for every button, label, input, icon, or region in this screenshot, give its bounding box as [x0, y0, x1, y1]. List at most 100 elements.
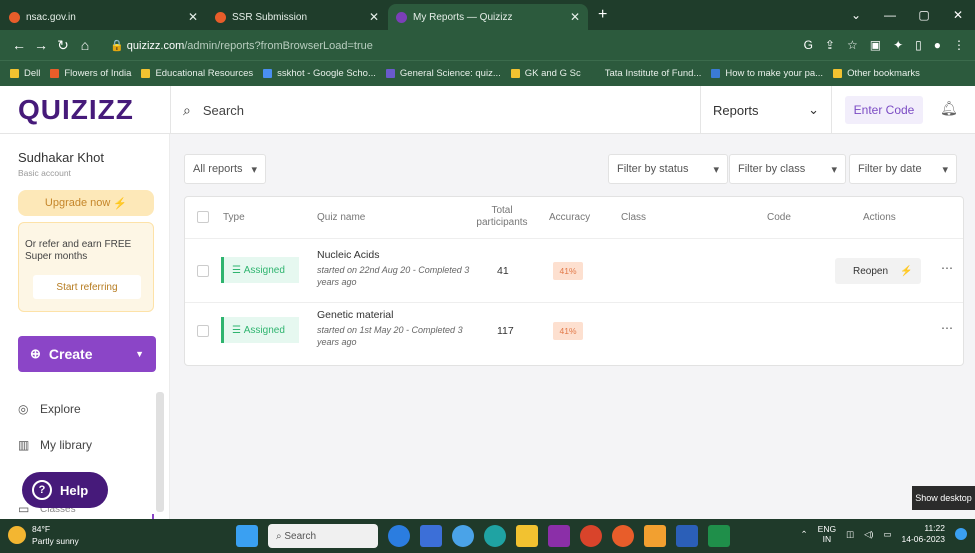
quiz-status: started on 22nd Aug 20 - Completed 3 yea…	[317, 265, 470, 287]
tab-ssr[interactable]: SSR Submission ✕	[207, 4, 387, 30]
enter-code-button[interactable]: Enter Code	[845, 96, 923, 124]
chat-icon[interactable]	[452, 525, 474, 547]
premiere-icon[interactable]	[548, 525, 570, 547]
header-accuracy: Accuracy	[549, 212, 591, 223]
show-desktop-tooltip: Show desktop	[912, 486, 975, 510]
create-button[interactable]: ⊕ Create ▼	[18, 336, 156, 372]
row-checkbox[interactable]	[197, 265, 209, 277]
bookmark-item[interactable]: Flowers of India	[50, 68, 131, 79]
close-icon[interactable]: ✕	[369, 10, 379, 24]
upgrade-button[interactable]: Upgrade now ⚡	[18, 190, 154, 216]
bell-icon[interactable]: 🔔︎	[940, 100, 958, 117]
chevron-down-icon[interactable]: ⌄	[839, 8, 873, 22]
bookmark-item[interactable]: sskhot - Google Scho...	[263, 68, 376, 79]
windows-start-icon[interactable]	[236, 525, 258, 547]
back-icon[interactable]: ←	[8, 37, 30, 53]
close-icon[interactable]: ✕	[188, 10, 198, 24]
chevron-down-icon[interactable]: ▼	[135, 349, 144, 359]
notes-icon[interactable]	[644, 525, 666, 547]
notification-icon[interactable]	[955, 528, 967, 540]
sidebar-scrollbar[interactable]	[156, 392, 164, 512]
help-button[interactable]: ? Help	[22, 472, 108, 508]
sidebar-icon[interactable]: ▯	[915, 38, 922, 52]
extension-icon[interactable]: ▣	[870, 38, 881, 52]
new-tab-icon[interactable]: +	[598, 6, 607, 24]
browser-app-icon[interactable]	[388, 525, 410, 547]
reload-icon[interactable]: ↻	[52, 37, 74, 54]
all-reports-dropdown[interactable]: All reports ▾	[184, 154, 266, 184]
start-referring-button[interactable]: Start referring	[33, 275, 141, 299]
excel-icon[interactable]	[708, 525, 730, 547]
volume-icon[interactable]: ◁)	[864, 529, 873, 540]
site-favicon	[9, 11, 20, 23]
share-icon[interactable]: ⇪	[825, 38, 835, 52]
table-row[interactable]: ☰ Assigned Nucleic Acids started on 22nd…	[185, 239, 963, 303]
taskbar-search[interactable]: ⌕ Search	[268, 524, 378, 548]
quiz-name[interactable]: Nucleic Acids	[317, 249, 379, 261]
bookmark-item[interactable]: Other bookmarks	[833, 68, 920, 79]
lang-secondary: IN	[822, 534, 832, 544]
bookmark-icon	[385, 69, 395, 78]
tab-nsac[interactable]: nsac.gov.in ✕	[1, 4, 206, 30]
minimize-icon[interactable]: —	[873, 8, 907, 22]
task-view-icon[interactable]	[420, 525, 442, 547]
clock-time: 11:22	[924, 523, 945, 533]
bookmark-item[interactable]: Tata Institute of Fund...	[590, 68, 701, 79]
help-label: Help	[60, 482, 89, 498]
url-host: quizizz.com	[126, 39, 185, 52]
chevron-up-icon[interactable]: ⌃	[801, 529, 808, 540]
filter-status-dropdown[interactable]: Filter by status ▾	[608, 154, 728, 184]
search-bar[interactable]: ⌕ Search	[170, 86, 700, 134]
maximize-icon[interactable]: ▢	[907, 8, 941, 22]
bookmark-item[interactable]: How to make your pa...	[711, 68, 823, 79]
filter-class-label: Filter by class	[738, 163, 806, 175]
reopen-button[interactable]: Reopen ⚡	[835, 258, 921, 284]
search-input[interactable]: Search	[203, 103, 244, 118]
powerpoint-icon[interactable]	[580, 525, 602, 547]
quizizz-logo[interactable]: QUIZIZZ	[18, 94, 134, 126]
bookmark-item[interactable]: Dell	[10, 68, 40, 79]
reports-dropdown[interactable]: Reports ⌄	[700, 86, 832, 134]
bookmark-item[interactable]: GK and G Sc	[510, 68, 581, 79]
user-name[interactable]: Sudhakar Khot	[18, 150, 104, 165]
bookmark-item[interactable]: General Science: quiz...	[385, 68, 501, 79]
google-icon[interactable]: G	[804, 38, 813, 52]
clock[interactable]: 11:22 14-06-2023	[902, 523, 945, 545]
close-window-icon[interactable]: ✕	[941, 8, 975, 22]
weather-widget[interactable]: 84°F Partly sunny	[8, 523, 79, 547]
table-row[interactable]: ☰ Assigned Genetic material started on 1…	[185, 303, 963, 367]
filter-date-label: Filter by date	[858, 163, 922, 175]
word-icon[interactable]	[676, 525, 698, 547]
wifi-icon[interactable]: ◫	[846, 529, 854, 540]
star-icon[interactable]: ☆	[847, 38, 858, 52]
filters-row: All reports ▾ Filter by status ▾ Filter …	[170, 154, 975, 184]
sidebar-item-explore[interactable]: ◎ Explore	[18, 402, 81, 416]
sidebar-item-my-library[interactable]: ▥ My library	[18, 438, 92, 452]
quizizz-favicon	[396, 11, 407, 23]
accuracy-badge: 41%	[553, 322, 583, 340]
file-explorer-icon[interactable]	[516, 525, 538, 547]
bookmark-item[interactable]: Educational Resources	[141, 68, 253, 79]
profile-icon[interactable]: ●	[934, 38, 941, 52]
more-options-icon[interactable]: ⋯	[941, 321, 953, 335]
select-all-checkbox[interactable]	[197, 211, 209, 223]
url-field[interactable]: 🔒 quizizz.com/admin/reports?fromBrowserL…	[110, 39, 804, 52]
close-icon[interactable]: ✕	[570, 10, 580, 24]
forward-icon[interactable]: →	[30, 37, 52, 53]
home-icon[interactable]: ⌂	[74, 37, 96, 53]
more-options-icon[interactable]: ⋯	[941, 261, 953, 275]
chrome-icon[interactable]	[612, 525, 634, 547]
language-indicator[interactable]: ENG IN	[818, 524, 836, 544]
filter-class-dropdown[interactable]: Filter by class ▾	[729, 154, 846, 184]
battery-icon[interactable]: ▭	[883, 529, 891, 540]
sidebar-item-label: My library	[40, 438, 93, 452]
filter-date-dropdown[interactable]: Filter by date ▾	[849, 154, 957, 184]
row-checkbox[interactable]	[197, 325, 209, 337]
edge-icon[interactable]	[484, 525, 506, 547]
menu-icon[interactable]: ⋮	[953, 38, 965, 52]
puzzle-icon[interactable]: ✦	[893, 38, 903, 52]
windows-taskbar: 84°F Partly sunny ⌕ Search ⌃ ENG IN ◫ ◁)…	[0, 519, 975, 553]
tab-my-reports[interactable]: My Reports — Quizizz ✕	[388, 4, 588, 30]
tab-title: SSR Submission	[232, 11, 308, 23]
quiz-name[interactable]: Genetic material	[317, 309, 393, 321]
